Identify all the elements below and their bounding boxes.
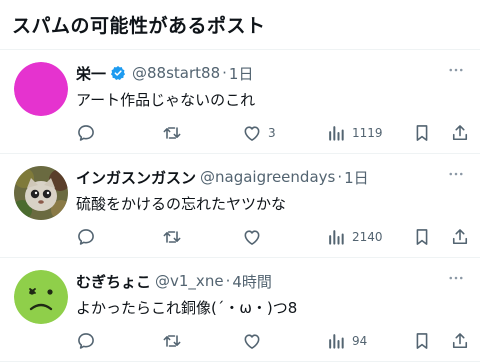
- like-button[interactable]: [242, 224, 262, 250]
- avatar[interactable]: [14, 62, 68, 116]
- share-icon: [450, 123, 470, 143]
- views-button[interactable]: 1119: [326, 120, 383, 146]
- reply-icon: [76, 123, 96, 143]
- views-count: 1119: [352, 126, 383, 140]
- meta-separator: ·: [222, 64, 227, 82]
- post-actions: 3 1119: [76, 120, 468, 146]
- bookmark-icon: [412, 331, 432, 351]
- share-button[interactable]: [450, 120, 470, 146]
- reply-icon: [76, 227, 96, 247]
- post-item[interactable]: 栄一 @88start88 · 1日 アート作品じゃないのこれ 3 1119: [0, 50, 480, 154]
- views-count: 94: [352, 334, 368, 348]
- display-name[interactable]: インガスンガスン: [76, 167, 196, 188]
- meta-separator: ·: [337, 168, 343, 186]
- views-count: 2140: [352, 230, 383, 244]
- post-time[interactable]: 4時間: [232, 271, 272, 292]
- user-handle[interactable]: @v1_xne: [155, 272, 224, 290]
- bookmark-button[interactable]: [412, 328, 432, 354]
- views-icon: [326, 227, 346, 247]
- verified-badge-icon: [110, 65, 126, 81]
- post-item[interactable]: インガスンガスン @nagaigreendays · 1日 硫酸をかけるの忘れた…: [0, 154, 480, 258]
- bookmark-button[interactable]: [412, 120, 432, 146]
- views-button[interactable]: 2140: [326, 224, 383, 250]
- bookmark-icon: [412, 123, 432, 143]
- retweet-button[interactable]: [162, 328, 182, 354]
- like-icon: [242, 227, 262, 247]
- views-button[interactable]: 94: [326, 328, 367, 354]
- like-count: 3: [268, 126, 276, 140]
- like-button[interactable]: [242, 328, 262, 354]
- retweet-icon: [162, 331, 182, 351]
- more-icon[interactable]: [444, 60, 468, 80]
- post-time[interactable]: 1日: [344, 167, 369, 188]
- share-icon: [450, 227, 470, 247]
- more-icon[interactable]: [444, 268, 468, 288]
- more-icon[interactable]: [444, 164, 468, 184]
- share-icon: [450, 331, 470, 351]
- meta-separator: ·: [225, 272, 231, 290]
- reply-button[interactable]: [76, 224, 96, 250]
- share-button[interactable]: [450, 224, 470, 250]
- bookmark-button[interactable]: [412, 224, 432, 250]
- share-button[interactable]: [450, 328, 470, 354]
- reply-button[interactable]: [76, 120, 96, 146]
- retweet-button[interactable]: [162, 120, 182, 146]
- post-actions: 2140: [76, 224, 468, 250]
- post-text: 硫酸をかけるの忘れたヤツかな: [76, 195, 287, 213]
- like-icon: [242, 123, 262, 143]
- display-name[interactable]: 栄一: [76, 63, 106, 84]
- post-time[interactable]: 1日: [229, 63, 254, 84]
- post-text: アート作品じゃないのこれ: [76, 91, 256, 109]
- like-icon: [242, 331, 262, 351]
- user-handle[interactable]: @88start88: [132, 64, 220, 82]
- avatar[interactable]: [14, 166, 68, 220]
- views-icon: [326, 123, 346, 143]
- reply-button[interactable]: [76, 328, 96, 354]
- user-handle[interactable]: @nagaigreendays: [200, 168, 335, 186]
- bookmark-icon: [412, 227, 432, 247]
- reply-icon: [76, 331, 96, 351]
- post-actions: 94: [76, 328, 468, 354]
- avatar[interactable]: [14, 270, 68, 324]
- retweet-button[interactable]: [162, 224, 182, 250]
- page-title: スパムの可能性があるポスト: [12, 15, 266, 37]
- display-name[interactable]: むぎちょこ: [76, 271, 151, 292]
- like-button[interactable]: 3: [242, 120, 276, 146]
- post-item[interactable]: むぎちょこ @v1_xne · 4時間 よかったらこれ銅像(´・ω・)つ8 94: [0, 258, 480, 362]
- retweet-icon: [162, 227, 182, 247]
- post-text: よかったらこれ銅像(´・ω・)つ8: [76, 299, 298, 317]
- page-header: スパムの可能性があるポスト: [0, 0, 480, 50]
- views-icon: [326, 331, 346, 351]
- retweet-icon: [162, 123, 182, 143]
